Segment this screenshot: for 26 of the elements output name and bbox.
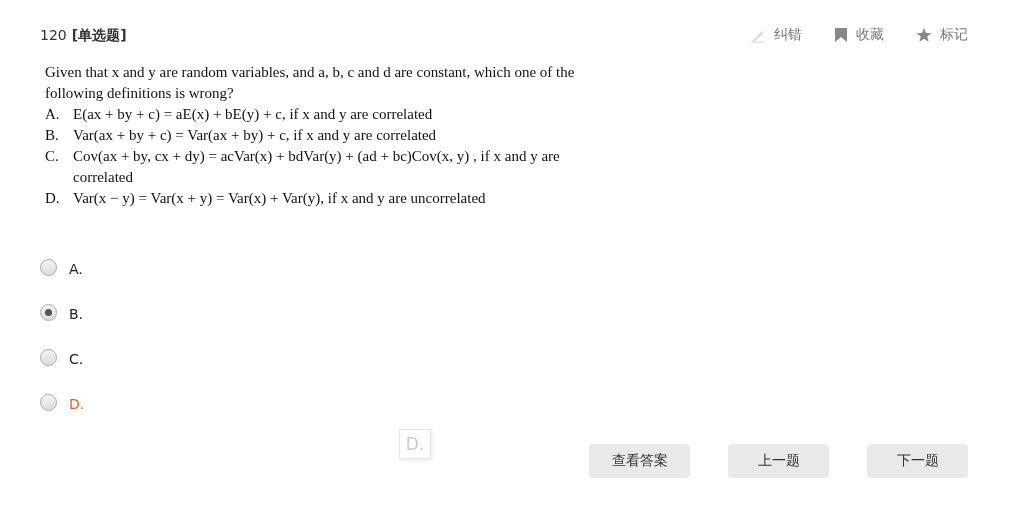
question-type: [单选题] (71, 27, 127, 43)
radio-button[interactable] (40, 258, 57, 276)
question-number: 120 (40, 27, 67, 43)
nav-button[interactable]: 下一题 (867, 444, 968, 478)
nav-button[interactable]: 上一题 (728, 444, 829, 478)
radio-button[interactable] (40, 393, 57, 411)
star-icon (916, 27, 932, 43)
choice-letter: B. (45, 126, 60, 145)
option-label[interactable]: A. (69, 261, 83, 277)
action-link[interactable]: 收藏 (834, 26, 884, 44)
choice-text: Var(x − y) = Var(x + y) = Var(x) + Var(y), if x and y are uncorrelated (73, 189, 486, 208)
choice-letter: D. (45, 189, 61, 208)
nav-button[interactable]: 查看答案 (589, 444, 690, 478)
choice-letter: A. (45, 105, 61, 124)
radio-button[interactable] (40, 303, 57, 321)
option-label[interactable]: C. (69, 351, 84, 367)
bookmark-icon (834, 27, 848, 43)
option-label[interactable]: B. (69, 306, 84, 322)
question-text: Given that x and y are random variables, and a, b, c and d are constant, which one of the following definitions is wrong? (45, 63, 576, 103)
action-link[interactable]: 标记 (916, 26, 968, 44)
choice-letter: C. (45, 147, 60, 166)
action-link[interactable]: 纠错 (750, 26, 802, 44)
choice-text: Var(ax + by + c) = Var(ax + by) + c, if x and y are correlated (73, 126, 437, 145)
radio-button[interactable] (40, 348, 57, 366)
choice-text: E(ax + by + c) = aE(x) + bE(y) + c, if x and y are correlated (73, 105, 433, 124)
choice-text: Cov(ax + by, cx + dy) = acVar(x) + bdVar(y) + (ad + bc)Cov(x, y) , if x and y are correlated (73, 147, 561, 187)
